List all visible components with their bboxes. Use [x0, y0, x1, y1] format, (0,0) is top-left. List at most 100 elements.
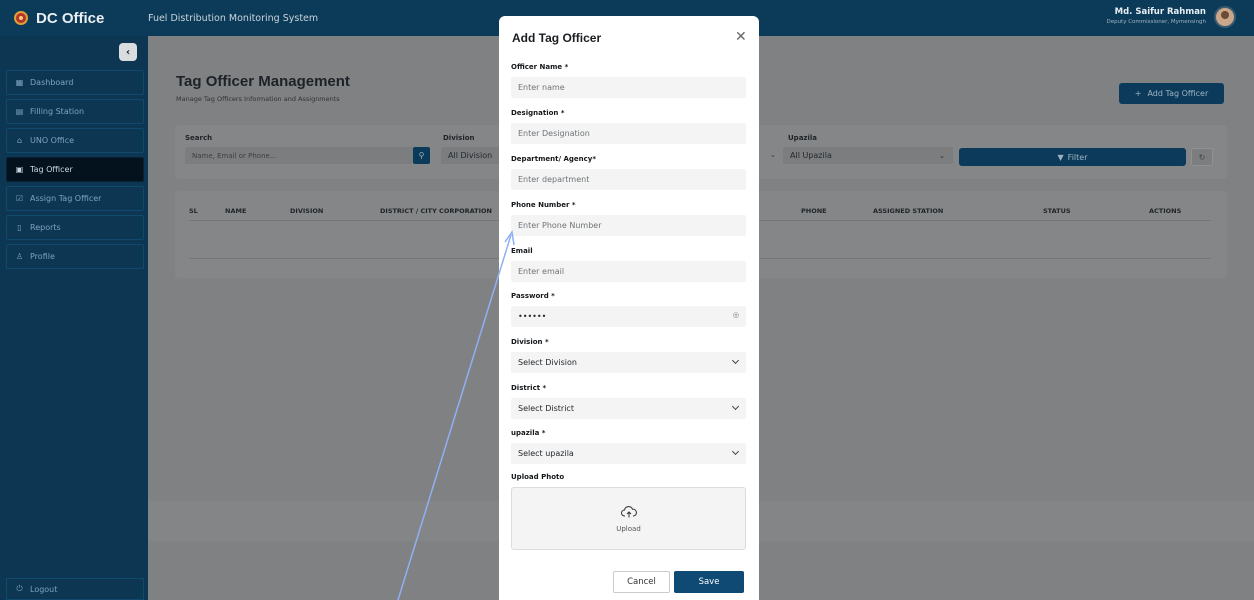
column-header: DISTRICT / CITY CORPORATION: [380, 207, 492, 215]
password-label: Password *: [511, 292, 555, 300]
collapse-sidebar-button[interactable]: ‹: [119, 43, 137, 61]
designation-label: Designation *: [511, 109, 565, 117]
sidebar-item-label: Reports: [30, 223, 61, 232]
sidebar-item-label: UNO Office: [30, 136, 75, 145]
add-button-label: Add Tag Officer: [1147, 89, 1209, 98]
logout-button[interactable]: ⏻ Logout: [6, 578, 144, 600]
sidebar-item-label: Tag Officer: [30, 165, 73, 174]
upazila-select-value: Select upazila: [518, 449, 574, 458]
document-icon: ▯: [17, 223, 22, 232]
sidebar-item-label: Filling Station: [30, 107, 85, 116]
id-card-icon: ▣: [15, 165, 24, 174]
plus-icon: +: [1134, 89, 1142, 98]
upazila-select-value: All Upazila: [790, 151, 832, 160]
brand[interactable]: DC Office: [0, 0, 148, 36]
column-header: PHONE: [801, 207, 827, 215]
modal-title: Add Tag Officer: [512, 31, 602, 45]
page-title: Tag Officer Management: [176, 73, 350, 90]
page-subtitle: Manage Tag Officers Information and Assi…: [176, 95, 340, 103]
district-select-value: Select District: [518, 404, 574, 413]
designation-field[interactable]: Enter Designation: [511, 123, 746, 144]
sidebar-item-label: Profile: [30, 252, 55, 261]
sidebar-nav: ▦ Dashboard ▤ Filling Station ⌂ UNO Offi…: [6, 70, 144, 273]
avatar[interactable]: [1214, 6, 1236, 28]
cloud-upload-icon: [620, 505, 637, 517]
upazila-select[interactable]: Select upazila: [511, 443, 746, 464]
column-header: ACTIONS: [1149, 207, 1182, 215]
dashboard-icon: ▦: [15, 78, 24, 87]
upazila-label: Upazila: [788, 134, 818, 142]
district-label: District *: [511, 384, 547, 392]
filter-icon: ▼: [1057, 152, 1064, 162]
app-title: Fuel Distribution Monitoring System: [148, 12, 319, 24]
eye-icon[interactable]: ◎: [733, 311, 739, 319]
user-info[interactable]: Md. Saifur Rahman Deputy Commissioner, M…: [1106, 7, 1206, 25]
division-select[interactable]: All Division: [441, 147, 501, 164]
reset-filter-button[interactable]: ↻: [1191, 148, 1213, 166]
sidebar-item-dashboard[interactable]: ▦ Dashboard: [6, 70, 144, 95]
chevron-down-icon: [731, 447, 740, 456]
close-icon[interactable]: ✕: [735, 29, 747, 45]
officer-name-label: Officer Name *: [511, 63, 569, 71]
add-tag-officer-button[interactable]: + Add Tag Officer: [1119, 83, 1224, 104]
power-icon: ⏻: [16, 584, 23, 593]
government-seal-icon: [14, 11, 28, 25]
email-label: Email: [511, 247, 533, 255]
officer-name-field[interactable]: Enter name: [511, 77, 746, 98]
search-icon: ⚲: [418, 151, 425, 160]
phone-label: Phone Number *: [511, 201, 576, 209]
user-name: Md. Saifur Rahman: [1114, 7, 1206, 17]
check-square-icon: ☑: [15, 194, 24, 203]
add-tag-officer-modal: Add Tag Officer ✕ Officer Name * Enter n…: [499, 16, 759, 600]
division-select-value: Select Division: [518, 358, 577, 367]
upload-photo-dropzone[interactable]: Upload: [511, 487, 746, 550]
logout-label: Logout: [30, 584, 58, 594]
upload-photo-label: Upload Photo: [511, 473, 565, 481]
cancel-button[interactable]: Cancel: [613, 571, 670, 593]
user-icon: ♙: [15, 252, 24, 261]
upload-text: Upload: [616, 524, 641, 533]
sidebar: ‹ ▦ Dashboard ▤ Filling Station ⌂ UNO Of…: [0, 36, 148, 600]
filter-button-label: Filter: [1067, 152, 1088, 162]
sidebar-item-assign-tag-officer[interactable]: ☑ Assign Tag Officer: [6, 186, 144, 211]
sidebar-item-uno-office[interactable]: ⌂ UNO Office: [6, 128, 144, 153]
column-header: STATUS: [1043, 207, 1071, 215]
department-label: Department/ Agency*: [511, 155, 596, 163]
refresh-icon: ↻: [1198, 152, 1206, 162]
column-header: NAME: [225, 207, 247, 215]
sidebar-item-tag-officer[interactable]: ▣ Tag Officer: [6, 157, 144, 182]
user-role: Deputy Commissioner, Mymensingh: [1106, 19, 1206, 25]
chevron-down-icon: [731, 356, 740, 365]
chevron-left-icon: ‹: [125, 46, 131, 58]
phone-field[interactable]: Enter Phone Number: [511, 215, 746, 236]
division-label: Division *: [511, 338, 549, 346]
station-icon: ▤: [15, 107, 24, 116]
save-button[interactable]: Save: [674, 571, 744, 593]
search-input[interactable]: Name, Email or Phone...: [185, 147, 413, 164]
sidebar-item-label: Dashboard: [30, 78, 74, 87]
sidebar-item-filling-station[interactable]: ▤ Filling Station: [6, 99, 144, 124]
upazila-label: upazila *: [511, 429, 546, 437]
column-header: SL: [189, 207, 198, 215]
email-field[interactable]: Enter email: [511, 261, 746, 282]
division-select[interactable]: Select Division: [511, 352, 746, 373]
sidebar-item-profile[interactable]: ♙ Profile: [6, 244, 144, 269]
sidebar-item-label: Assign Tag Officer: [30, 194, 102, 203]
search-button[interactable]: ⚲: [413, 147, 430, 164]
password-field[interactable]: •••••• ◎: [511, 306, 746, 327]
building-icon: ⌂: [16, 136, 23, 145]
chevron-down-icon: ⌄: [770, 151, 776, 159]
division-label: Division: [443, 134, 475, 142]
department-field[interactable]: Enter department: [511, 169, 746, 190]
upazila-select[interactable]: All Upazila ⌄: [783, 147, 953, 164]
column-header: DIVISION: [290, 207, 324, 215]
chevron-down-icon: ⌄: [939, 151, 945, 160]
chevron-down-icon: [731, 402, 740, 411]
column-header: ASSIGNED STATION: [873, 207, 944, 215]
brand-name: DC Office: [36, 9, 105, 27]
sidebar-item-reports[interactable]: ▯ Reports: [6, 215, 144, 240]
district-select[interactable]: Select District: [511, 398, 746, 419]
search-label: Search: [185, 134, 213, 142]
password-value: ••••••: [518, 312, 547, 321]
filter-button[interactable]: ▼ Filter: [959, 148, 1186, 166]
